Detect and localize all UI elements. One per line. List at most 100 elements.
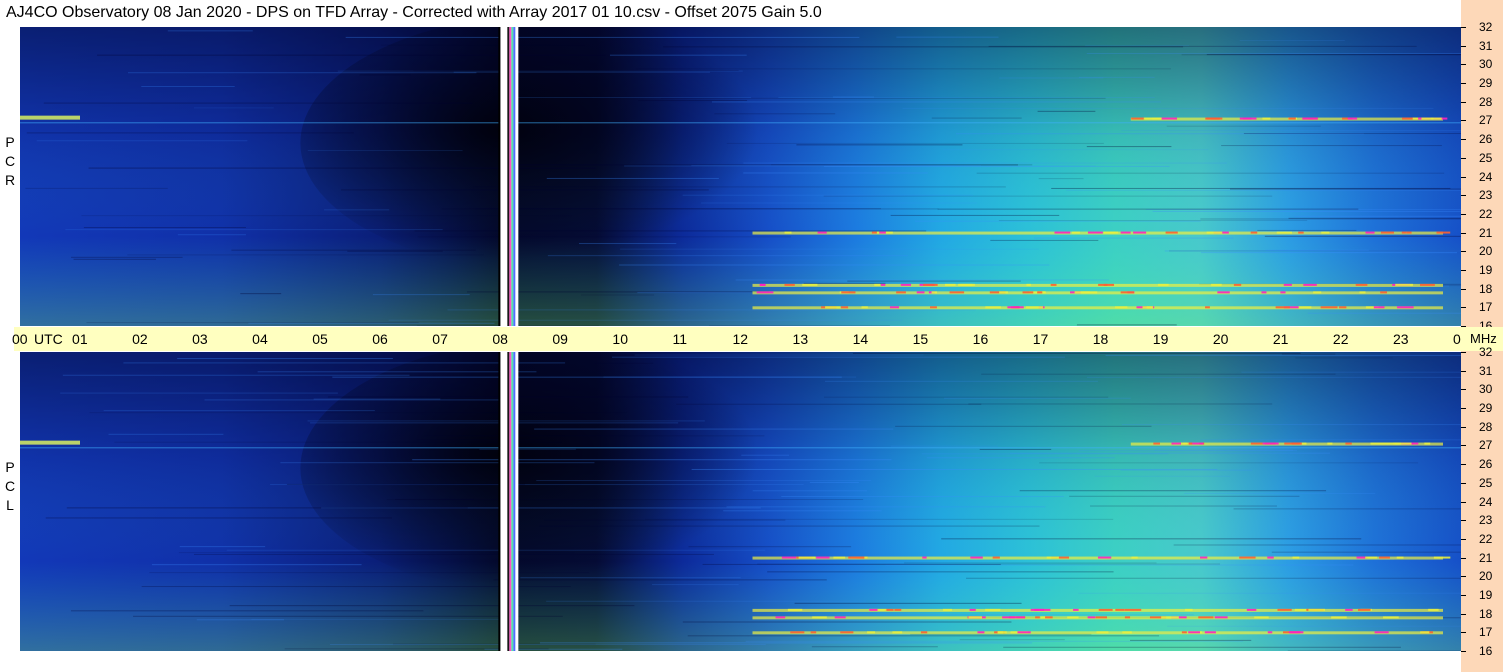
noise-streak [103, 410, 375, 412]
frequency-tick-label: 22 [1479, 531, 1493, 546]
utc-tick-label: 13 [792, 331, 809, 347]
interference-burst [920, 631, 928, 634]
interference-burst [1302, 117, 1318, 120]
interference-burst [1297, 306, 1312, 309]
interference-burst [1200, 556, 1208, 559]
interference-burst [1276, 231, 1292, 234]
noise-streak [536, 480, 872, 482]
interference-burst [1291, 442, 1300, 445]
interference-burst [1358, 608, 1371, 611]
utc-tick-label: 22 [1332, 331, 1349, 347]
noise-streak [73, 258, 156, 260]
noise-streak [393, 643, 596, 645]
noise-streak [1200, 252, 1457, 254]
utc-tick-label: 09 [552, 331, 568, 347]
interference-burst [1122, 631, 1132, 634]
noise-streak [834, 614, 1194, 616]
frequency-tick [1461, 27, 1466, 28]
noise-streak [332, 376, 842, 378]
noise-streak [688, 546, 852, 548]
gap-edge-line [513, 27, 516, 326]
interference-burst [798, 556, 816, 559]
interference-burst [1250, 231, 1258, 234]
noise-streak [1154, 449, 1293, 451]
interference-burst [1153, 442, 1160, 445]
interference-burst [1380, 291, 1387, 294]
interference-burst [1025, 306, 1043, 309]
noise-streak [539, 642, 1033, 644]
interference-burst [1261, 291, 1267, 294]
noise-streak [1078, 592, 1461, 594]
noise-streak [359, 74, 411, 76]
noise-streak [726, 506, 1046, 508]
noise-streak [976, 172, 1445, 174]
interference-burst [985, 608, 1001, 611]
noise-streak [416, 439, 546, 441]
interference-burst [1370, 442, 1388, 445]
interference-burst [834, 616, 846, 619]
noise-streak [546, 177, 719, 179]
utc-tick-label: 19 [1152, 331, 1169, 347]
interference-burst [930, 306, 937, 309]
noise-streak [127, 72, 477, 74]
interference-burst [879, 231, 886, 234]
gap-edge-line [498, 352, 501, 651]
noise-streak [847, 280, 1021, 282]
noise-streak [1086, 376, 1461, 378]
noise-streak [1090, 505, 1277, 507]
frequency-tick-label: 19 [1479, 587, 1493, 602]
noise-streak [1066, 189, 1461, 191]
interference-burst [840, 306, 849, 309]
noise-streak [310, 422, 679, 424]
noise-streak [691, 468, 1218, 470]
interference-burst [874, 283, 881, 286]
noise-streak [1206, 54, 1461, 56]
frequency-tick [1461, 352, 1466, 353]
interference-burst-early [20, 115, 80, 120]
interference-burst [1067, 616, 1079, 619]
interference-burst [1214, 616, 1228, 619]
interference-burst [968, 616, 983, 619]
noise-streak [896, 36, 999, 38]
noise-streak [711, 101, 1161, 103]
noise-streak [824, 396, 1109, 398]
noise-streak [1121, 424, 1461, 426]
frequency-tick [1461, 176, 1466, 178]
frequency-tick-label: 17 [1479, 625, 1493, 640]
interference-burst [1073, 608, 1079, 611]
noise-streak [1094, 475, 1230, 477]
noise-streak [380, 44, 585, 46]
interference-burst [1206, 231, 1223, 234]
interference-burst [1095, 616, 1108, 619]
frequency-tick-label: 29 [1479, 76, 1493, 91]
interference-burst [861, 306, 868, 309]
interference-burst [1283, 283, 1292, 286]
interference-burst [1009, 616, 1025, 619]
frequency-tick-label: 16 [1479, 644, 1493, 658]
interference-burst [1355, 283, 1368, 286]
interference-burst [1115, 306, 1128, 309]
interference-burst [889, 306, 899, 309]
frequency-tick-label: 19 [1479, 262, 1493, 277]
interference-burst [784, 231, 792, 234]
interference-burst [1103, 231, 1116, 234]
interference-burst [1087, 616, 1096, 619]
noise-streak [86, 322, 419, 324]
noise-streak [66, 507, 468, 509]
frequency-tick-label: 20 [1479, 569, 1493, 584]
utc-tick-label: 03 [192, 331, 208, 347]
noise-streak [26, 132, 354, 134]
noise-streak [619, 264, 1050, 266]
frequency-tick-label: 24 [1479, 169, 1493, 184]
noise-streak [472, 186, 1006, 188]
utc-tick-label: 05 [312, 331, 328, 347]
noise-streak [251, 618, 504, 620]
interference-burst [784, 283, 795, 286]
noise-streak [70, 610, 424, 612]
noise-streak [1229, 188, 1461, 190]
interference-burst [1098, 283, 1108, 286]
frequency-tick-label: 26 [1479, 457, 1493, 472]
noise-streak [687, 635, 1160, 637]
noise-streak [691, 164, 982, 166]
noise-streak [1086, 53, 1461, 55]
